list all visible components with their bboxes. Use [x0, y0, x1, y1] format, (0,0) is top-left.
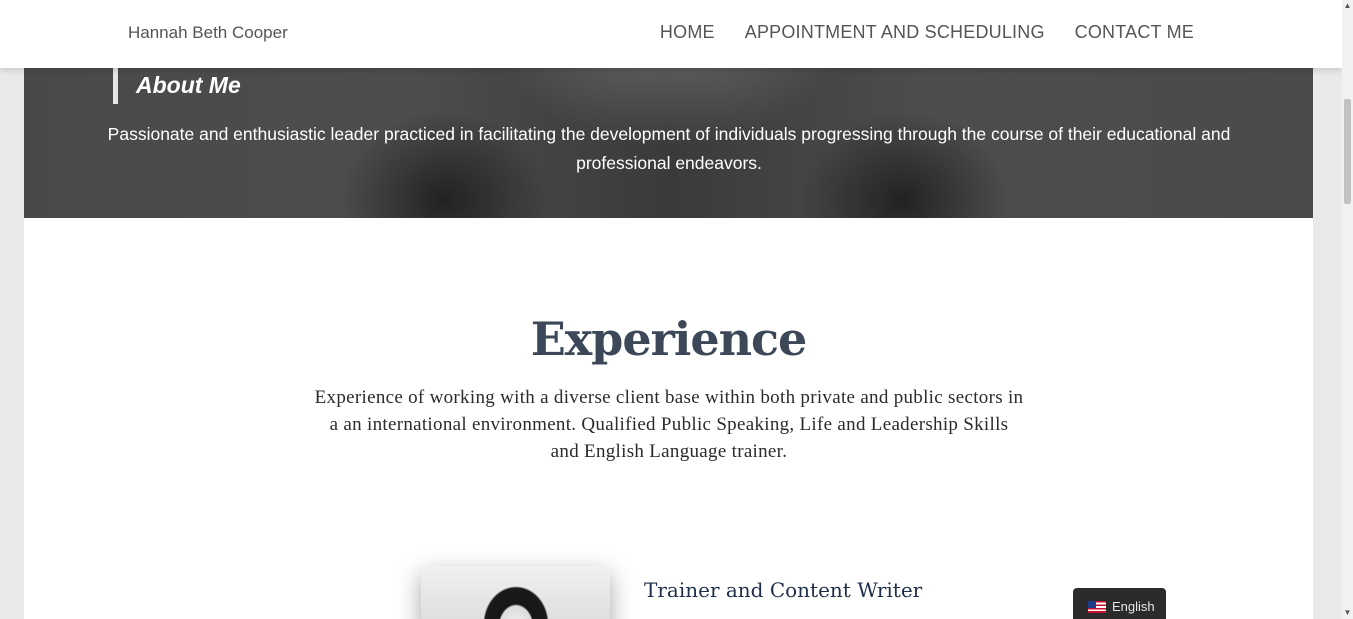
about-heading: About Me: [113, 68, 241, 104]
nav-appointment-scheduling[interactable]: APPOINTMENT AND SCHEDULING: [745, 20, 1045, 44]
scrollbar[interactable]: ▲ ▼: [1342, 0, 1353, 619]
site-header: Hannah Beth Cooper HOME APPOINTMENT AND …: [0, 0, 1342, 68]
us-flag-icon: [1088, 601, 1106, 613]
experience-item-title: Trainer and Content Writer: [644, 578, 923, 602]
experience-title: Experience: [530, 312, 808, 366]
brand-link[interactable]: Hannah Beth Cooper: [128, 22, 288, 44]
language-switcher[interactable]: English: [1073, 588, 1166, 619]
main-nav: HOME APPOINTMENT AND SCHEDULING CONTACT …: [660, 20, 1194, 44]
page-content: About Me Passionate and enthusiastic lea…: [24, 0, 1313, 619]
nav-home[interactable]: HOME: [660, 20, 715, 44]
about-text: Passionate and enthusiastic leader pract…: [107, 124, 1231, 173]
language-label: English: [1112, 599, 1155, 614]
scrollbar-thumb[interactable]: [1344, 99, 1351, 204]
nav-contact-me[interactable]: CONTACT ME: [1075, 20, 1194, 44]
experience-description: Experience of working with a diverse cli…: [314, 387, 1024, 462]
experience-photo: [421, 566, 610, 619]
arrow-down-icon[interactable]: ▼: [1342, 607, 1353, 619]
arrow-up-icon[interactable]: ▲: [1342, 0, 1353, 12]
